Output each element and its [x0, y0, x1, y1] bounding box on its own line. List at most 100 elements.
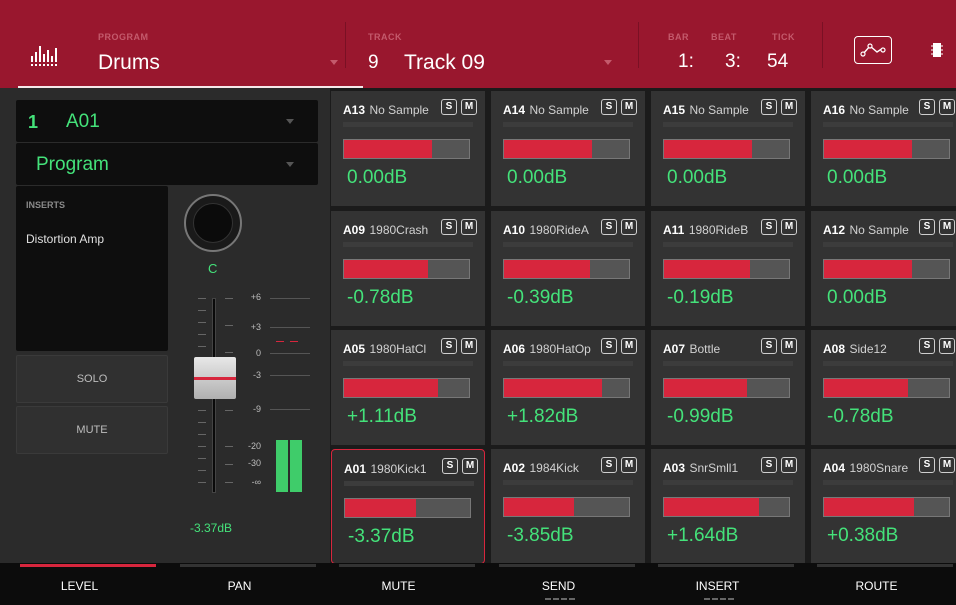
tab-pan[interactable]: PAN — [160, 563, 319, 605]
pad-a01[interactable]: A01 1980Kick1 S M -3.37dB — [331, 449, 485, 564]
tick-value[interactable]: 54 — [767, 51, 788, 73]
tab-level[interactable]: LEVEL — [0, 563, 159, 605]
pad-level-slider[interactable] — [503, 259, 630, 279]
level-fader-handle[interactable] — [194, 357, 236, 399]
fader-scale-label: -∞ — [251, 477, 261, 487]
pad-level-value: 0.00dB — [827, 167, 888, 188]
pad-a12[interactable]: A12 No Sample S M 0.00dB — [811, 211, 956, 326]
pad-a07[interactable]: A07 Bottle S M -0.99dB — [651, 330, 805, 445]
type-select-dropdown[interactable]: Program — [16, 143, 318, 185]
pad-mute-button[interactable]: M — [621, 338, 637, 354]
pad-mute-button[interactable]: M — [781, 338, 797, 354]
pad-level-value: -3.37dB — [348, 526, 415, 547]
pad-solo-button[interactable]: S — [761, 99, 777, 115]
beat-value[interactable]: 3: — [725, 51, 741, 73]
automation-button[interactable] — [854, 36, 892, 64]
waveform-logo-icon[interactable] — [30, 44, 60, 66]
pad-solo-button[interactable]: S — [919, 219, 935, 235]
track-dropdown-caret-icon[interactable] — [604, 60, 612, 65]
pad-solo-button[interactable]: S — [601, 338, 617, 354]
pan-knob[interactable] — [184, 194, 242, 252]
pad-solo-button[interactable]: S — [441, 99, 457, 115]
pad-level-slider[interactable] — [343, 378, 470, 398]
pad-solo-button[interactable]: S — [601, 219, 617, 235]
pad-solo-button[interactable]: S — [919, 457, 935, 473]
tab-send[interactable]: SEND — [479, 563, 638, 605]
pad-solo-button[interactable]: S — [761, 457, 777, 473]
pad-a02[interactable]: A02 1984Kick S M -3.85dB — [491, 449, 645, 564]
pad-mute-button[interactable]: M — [621, 457, 637, 473]
pad-mute-button[interactable]: M — [781, 219, 797, 235]
pad-level-slider[interactable] — [663, 259, 790, 279]
pad-mute-button[interactable]: M — [462, 458, 478, 474]
chip-icon[interactable] — [931, 42, 943, 58]
pad-solo-button[interactable]: S — [919, 338, 935, 354]
pad-mute-button[interactable]: M — [621, 219, 637, 235]
pad-solo-button[interactable]: S — [442, 458, 458, 474]
pad-mute-button[interactable]: M — [781, 99, 797, 115]
pad-mute-button[interactable]: M — [939, 338, 955, 354]
pad-divider — [503, 122, 633, 127]
pad-level-slider[interactable] — [663, 497, 790, 517]
pad-level-fill — [344, 379, 438, 397]
pad-level-slider[interactable] — [343, 259, 470, 279]
pad-a14[interactable]: A14 No Sample S M 0.00dB — [491, 91, 645, 206]
pad-level-slider[interactable] — [663, 378, 790, 398]
pad-mute-button[interactable]: M — [621, 99, 637, 115]
pad-id: A16 — [823, 103, 846, 117]
pad-mute-button[interactable]: M — [461, 338, 477, 354]
bar-value[interactable]: 1: — [678, 51, 694, 73]
solo-button[interactable]: SOLO — [16, 355, 168, 403]
tab-route[interactable]: ROUTE — [797, 563, 956, 605]
pad-mute-button[interactable]: M — [939, 457, 955, 473]
pad-a15[interactable]: A15 No Sample S M 0.00dB — [651, 91, 805, 206]
pad-title: A09 1980Crash — [343, 221, 479, 239]
pad-a06[interactable]: A06 1980HatOp S M +1.82dB — [491, 330, 645, 445]
pad-a13[interactable]: A13 No Sample S M 0.00dB — [331, 91, 485, 206]
pad-mute-button[interactable]: M — [781, 457, 797, 473]
pad-level-slider[interactable] — [343, 139, 470, 159]
pad-a03[interactable]: A03 SnrSmll1 S M +1.64dB — [651, 449, 805, 564]
pad-a05[interactable]: A05 1980HatCl S M +1.11dB — [331, 330, 485, 445]
pad-solo-button[interactable]: S — [601, 99, 617, 115]
pad-a08[interactable]: A08 Side12 S M -0.78dB — [811, 330, 956, 445]
track-name[interactable]: Track 09 — [404, 51, 485, 75]
pad-solo-button[interactable]: S — [441, 338, 457, 354]
program-dropdown-caret-icon[interactable] — [330, 60, 338, 65]
tab-mute[interactable]: MUTE — [319, 563, 478, 605]
pad-a11[interactable]: A11 1980RideB S M -0.19dB — [651, 211, 805, 326]
pad-solo-button[interactable]: S — [601, 457, 617, 473]
pad-solo-button[interactable]: S — [919, 99, 935, 115]
inserts-panel[interactable]: INSERTS Distortion Amp — [16, 186, 168, 351]
fader-scale-label: -3 — [252, 370, 261, 380]
pad-mute-button[interactable]: M — [461, 219, 477, 235]
pad-level-slider[interactable] — [663, 139, 790, 159]
pad-solo-button[interactable]: S — [761, 338, 777, 354]
level-meter-left — [276, 440, 288, 492]
pad-solo-button[interactable]: S — [761, 219, 777, 235]
pad-level-slider[interactable] — [503, 378, 630, 398]
meter-scale-line — [270, 353, 310, 354]
pad-level-slider[interactable] — [823, 497, 950, 517]
pad-select-dropdown[interactable]: 1 A01 — [16, 100, 318, 142]
pad-a04[interactable]: A04 1980Snare S M +0.38dB — [811, 449, 956, 564]
pad-level-slider[interactable] — [823, 378, 950, 398]
pad-level-slider[interactable] — [823, 259, 950, 279]
pad-a10[interactable]: A10 1980RideA S M -0.39dB — [491, 211, 645, 326]
pad-mute-button[interactable]: M — [939, 219, 955, 235]
pad-divider — [503, 361, 633, 366]
pad-mute-button[interactable]: M — [461, 99, 477, 115]
pad-level-slider[interactable] — [503, 139, 630, 159]
pad-level-slider[interactable] — [823, 139, 950, 159]
pad-a16[interactable]: A16 No Sample S M 0.00dB — [811, 91, 956, 206]
pad-solo-button[interactable]: S — [441, 219, 457, 235]
insert-slot-1[interactable]: Distortion Amp — [26, 232, 104, 246]
pad-mute-button[interactable]: M — [939, 99, 955, 115]
peak-hold-right — [290, 341, 298, 342]
tab-insert[interactable]: INSERT — [638, 563, 797, 605]
pad-level-slider[interactable] — [503, 497, 630, 517]
pad-a09[interactable]: A09 1980Crash S M -0.78dB — [331, 211, 485, 326]
pad-level-slider[interactable] — [344, 498, 471, 518]
mute-button[interactable]: MUTE — [16, 406, 168, 454]
program-value[interactable]: Drums — [98, 51, 160, 75]
